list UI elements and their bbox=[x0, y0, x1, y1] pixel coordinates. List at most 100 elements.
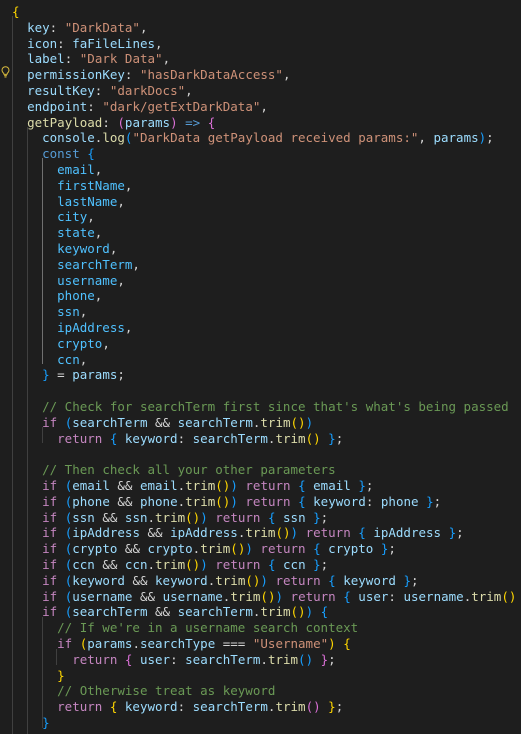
code-line[interactable]: { bbox=[0, 4, 521, 20]
code-line[interactable] bbox=[0, 446, 521, 462]
code-line[interactable]: ccn, bbox=[0, 352, 521, 368]
code-token: { bbox=[328, 572, 336, 588]
code-token: , bbox=[102, 335, 110, 351]
code-line[interactable]: icon: faFileLines, bbox=[0, 36, 521, 52]
code-token: email bbox=[72, 478, 110, 493]
code-line[interactable]: // Check for searchTerm first since that… bbox=[0, 399, 521, 415]
code-token: , bbox=[139, 19, 148, 35]
code-line[interactable]: if (ssn && ssn.trim()) return { ssn }; bbox=[0, 510, 521, 526]
code-line[interactable]: const { bbox=[0, 146, 521, 162]
code-line[interactable]: return { user: searchTerm.trim() }; bbox=[0, 652, 521, 668]
code-token: searchTerm bbox=[72, 604, 148, 620]
code-token: ; bbox=[328, 651, 336, 667]
code-line[interactable]: if (keyword && keyword.trim()) return { … bbox=[0, 573, 521, 589]
code-line[interactable]: return { keyword: searchTerm.trim() }; bbox=[0, 699, 521, 715]
code-token: } bbox=[57, 667, 65, 683]
code-token: ssn bbox=[124, 509, 148, 525]
code-token: searchTerm bbox=[185, 651, 261, 667]
code-token: trim bbox=[267, 651, 299, 667]
code-token: if bbox=[42, 414, 58, 430]
code-token: && bbox=[94, 509, 125, 525]
code-token: keyword bbox=[155, 572, 208, 588]
code-token: searchTerm bbox=[72, 414, 148, 430]
code-line[interactable]: key: "DarkData", bbox=[0, 20, 521, 36]
code-token: , bbox=[94, 225, 103, 241]
code-token: console bbox=[42, 130, 95, 146]
code-line[interactable]: phone, bbox=[0, 288, 521, 304]
code-line[interactable]: } bbox=[0, 668, 521, 684]
code-line[interactable]: } bbox=[0, 715, 521, 731]
code-token: { bbox=[298, 493, 306, 509]
code-line[interactable]: resultKey: "darkDocs", bbox=[0, 83, 521, 99]
code-token: ssn bbox=[72, 509, 95, 525]
code-line[interactable]: city, bbox=[0, 209, 521, 225]
code-line[interactable]: ssn, bbox=[0, 304, 521, 320]
code-line[interactable]: return { keyword: searchTerm.trim() }; bbox=[0, 431, 521, 447]
code-token: { bbox=[358, 525, 366, 541]
code-line[interactable]: if (ccn && ccn.trim()) return { ccn }; bbox=[0, 557, 521, 573]
code-line[interactable]: permissionKey: "hasDarkDataAccess", bbox=[0, 67, 521, 83]
code-token: } bbox=[448, 525, 457, 541]
code-line[interactable]: username, bbox=[0, 273, 521, 289]
code-line[interactable]: if (phone && phone.trim()) return { keyw… bbox=[0, 494, 521, 510]
code-token: crypto bbox=[72, 541, 118, 557]
code-token: getPayload bbox=[27, 114, 103, 130]
code-line[interactable]: // If we're in a username search context bbox=[0, 620, 521, 636]
code-line[interactable]: getPayload: (params) => { bbox=[0, 115, 521, 131]
code-line[interactable]: endpoint: "dark/getExtDarkData", bbox=[0, 99, 521, 115]
code-line[interactable]: if (email && email.trim()) return { emai… bbox=[0, 478, 521, 494]
code-line[interactable]: } = params; bbox=[0, 367, 521, 383]
code-line[interactable]: if (ipAddress && ipAddress.trim()) retur… bbox=[0, 525, 521, 541]
code-token: : bbox=[170, 651, 186, 667]
code-token: : bbox=[49, 19, 65, 35]
code-token: , bbox=[79, 351, 88, 367]
code-token: . bbox=[147, 509, 156, 525]
code-token: keyword bbox=[57, 241, 110, 256]
code-line[interactable] bbox=[0, 383, 521, 399]
code-line[interactable]: lastName, bbox=[0, 194, 521, 210]
code-line[interactable]: crypto, bbox=[0, 336, 521, 352]
code-line[interactable]: state, bbox=[0, 225, 521, 241]
code-line[interactable]: console.log("DarkData getPayload receive… bbox=[0, 130, 521, 146]
code-line[interactable]: if (crypto && crypto.trim()) return { cr… bbox=[0, 541, 521, 557]
code-token: () bbox=[305, 699, 321, 715]
code-line[interactable]: // Then check all your other parameters bbox=[0, 462, 521, 478]
code-line[interactable]: keyword, bbox=[0, 241, 521, 257]
code-token: username bbox=[72, 588, 133, 604]
code-token: && bbox=[117, 541, 148, 557]
code-token: // Otherwise treat as keyword bbox=[57, 683, 276, 699]
code-line[interactable]: // Otherwise treat as keyword bbox=[0, 683, 521, 699]
code-line[interactable]: if (username && username.trim()) return … bbox=[0, 589, 521, 605]
code-editor[interactable]: { key: "DarkData", icon: faFileLines, la… bbox=[0, 0, 521, 734]
code-token: ccn bbox=[57, 351, 80, 367]
code-token: return bbox=[260, 541, 306, 557]
code-line[interactable]: email, bbox=[0, 162, 521, 178]
code-token: trim bbox=[260, 604, 291, 620]
code-token: user bbox=[139, 651, 171, 667]
code-line[interactable]: label: "Dark Data", bbox=[0, 51, 521, 67]
code-line[interactable]: firstName, bbox=[0, 178, 521, 194]
code-line[interactable]: if (searchTerm && searchTerm.trim()) bbox=[0, 415, 521, 431]
code-line[interactable]: if (params.searchType === "Username") { bbox=[0, 636, 521, 652]
code-line[interactable]: ipAddress, bbox=[0, 320, 521, 336]
code-line[interactable]: if (searchTerm && searchTerm.trim()) { bbox=[0, 604, 521, 620]
code-line[interactable]: searchTerm, bbox=[0, 257, 521, 273]
